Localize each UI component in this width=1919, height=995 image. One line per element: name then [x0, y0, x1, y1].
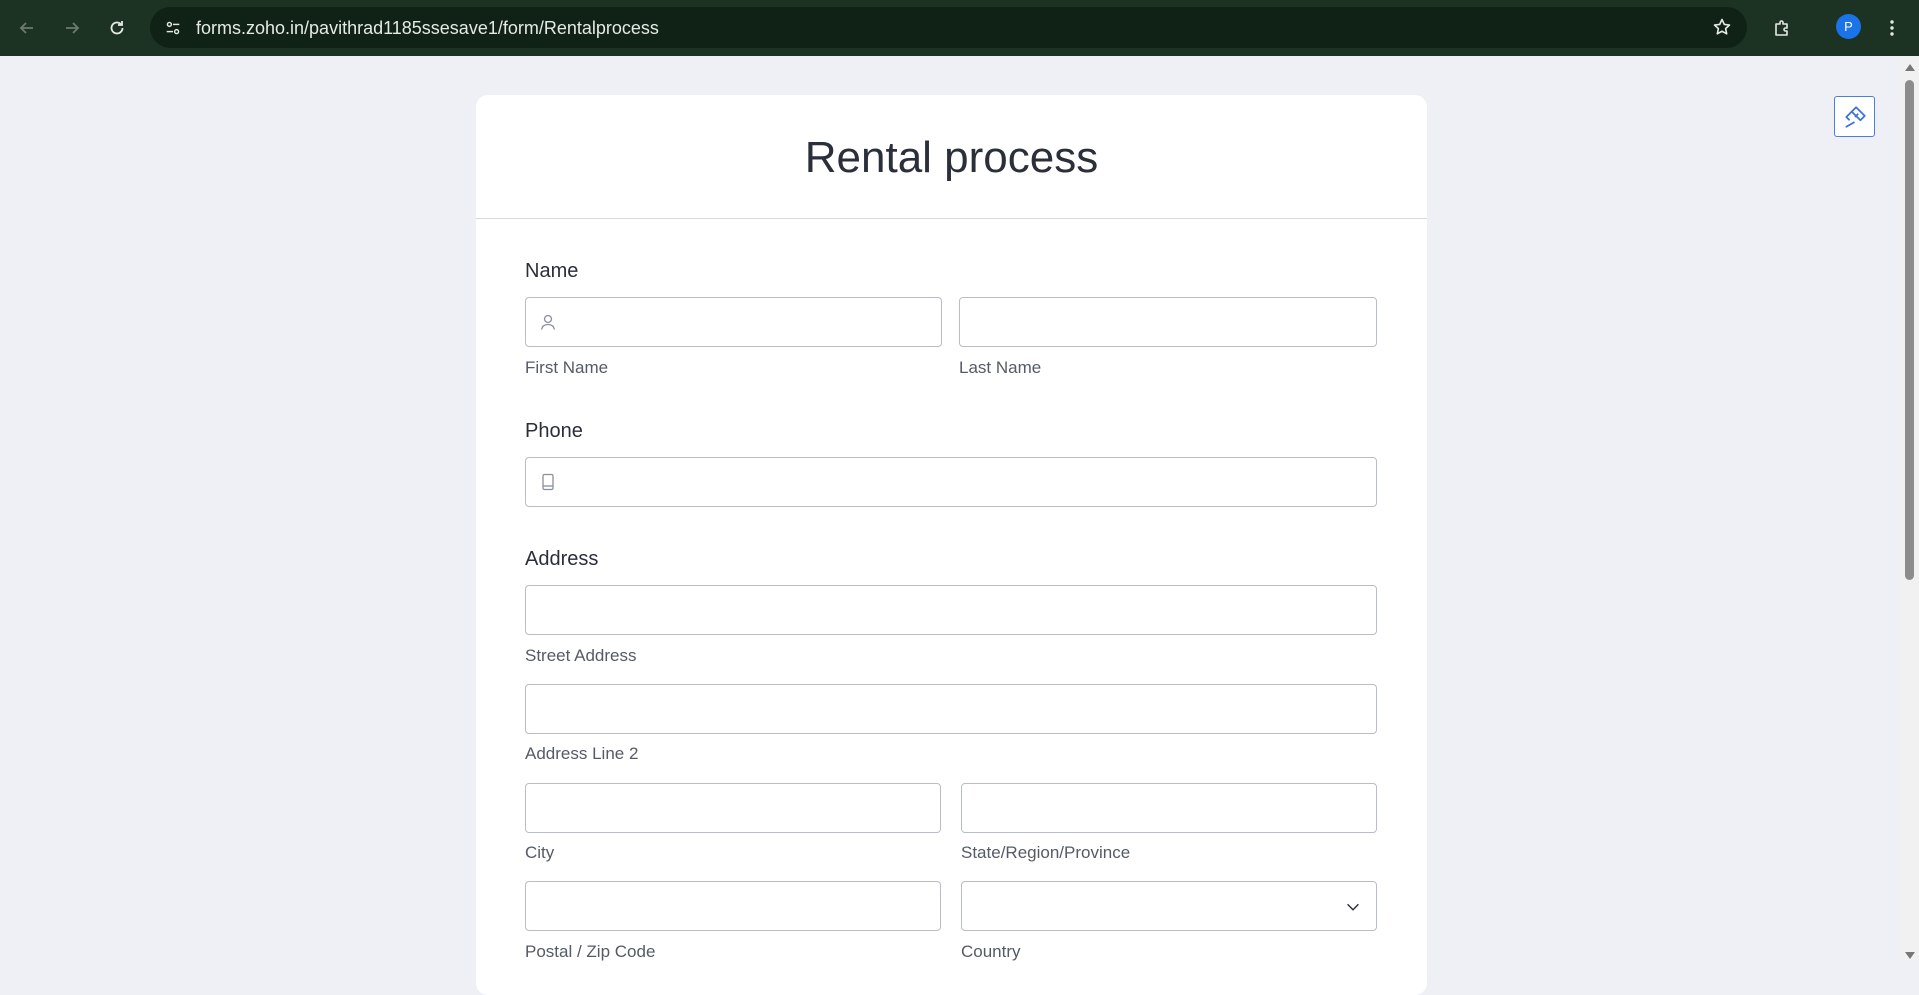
phone-label: Phone: [525, 420, 583, 442]
city-field[interactable]: [525, 783, 941, 833]
browser-toolbar: forms.zoho.in/pavithrad1185ssesave1/form…: [0, 0, 1919, 56]
site-settings-icon[interactable]: [162, 17, 184, 39]
scroll-up-arrow-icon[interactable]: [1905, 64, 1915, 71]
street-address-field[interactable]: [525, 585, 1377, 635]
address-label: Address: [525, 548, 599, 570]
form-card: Rental process Name First Name Last Name…: [476, 95, 1427, 995]
scroll-down-arrow-icon[interactable]: [1905, 952, 1915, 959]
postal-code-sublabel: Postal / Zip Code: [525, 942, 656, 961]
browser-menu-button[interactable]: [1877, 13, 1907, 43]
country-sublabel: Country: [961, 942, 1021, 961]
first-name-sublabel: First Name: [525, 358, 609, 377]
city-input[interactable]: [526, 784, 940, 832]
country-select[interactable]: [961, 881, 1377, 931]
scroll-thumb[interactable]: [1905, 80, 1914, 580]
page-scrollbar[interactable]: [1900, 56, 1919, 961]
arrow-right-icon: [66, 22, 80, 34]
reload-button[interactable]: [103, 14, 131, 42]
first-name-input[interactable]: [526, 298, 941, 346]
phone-field[interactable]: [525, 457, 1377, 507]
forward-button[interactable]: [58, 14, 86, 42]
theme-customize-button[interactable]: [1834, 96, 1875, 137]
mobile-phone-icon: [542, 473, 554, 491]
state-sublabel: State/Region/Province: [961, 843, 1131, 862]
profile-avatar[interactable]: P: [1836, 14, 1861, 39]
state-input[interactable]: [962, 784, 1376, 832]
chevron-down-icon: [1347, 903, 1359, 911]
postal-code-field[interactable]: [525, 881, 941, 931]
more-vertical-icon: [1890, 20, 1894, 36]
phone-input[interactable]: [526, 458, 1376, 506]
address-bar[interactable]: forms.zoho.in/pavithrad1185ssesave1/form…: [150, 7, 1747, 48]
extensions-button[interactable]: [1767, 13, 1797, 43]
user-icon: [540, 314, 556, 330]
street-address-sublabel: Street Address: [525, 646, 637, 665]
arrow-left-icon: [19, 22, 33, 34]
first-name-field[interactable]: [525, 297, 942, 347]
last-name-field[interactable]: [959, 297, 1377, 347]
state-field[interactable]: [961, 783, 1377, 833]
city-sublabel: City: [525, 843, 555, 862]
name-label: Name: [525, 260, 579, 282]
address-line2-input[interactable]: [526, 685, 1376, 733]
form-header: Rental process: [476, 95, 1427, 219]
postal-code-input[interactable]: [526, 882, 940, 930]
street-address-input[interactable]: [526, 586, 1376, 634]
url-text[interactable]: forms.zoho.in/pavithrad1185ssesave1/form…: [196, 17, 659, 39]
paint-brush-icon: [1844, 105, 1866, 128]
last-name-input[interactable]: [960, 298, 1376, 346]
bookmark-star-icon[interactable]: [1711, 16, 1733, 38]
back-button[interactable]: [13, 14, 41, 42]
last-name-sublabel: Last Name: [959, 358, 1042, 377]
address-line2-sublabel: Address Line 2: [525, 744, 639, 763]
form-title: Rental process: [804, 132, 1099, 182]
reload-icon: [110, 21, 124, 35]
address-line2-field[interactable]: [525, 684, 1377, 734]
puzzle-icon: [1775, 20, 1788, 36]
